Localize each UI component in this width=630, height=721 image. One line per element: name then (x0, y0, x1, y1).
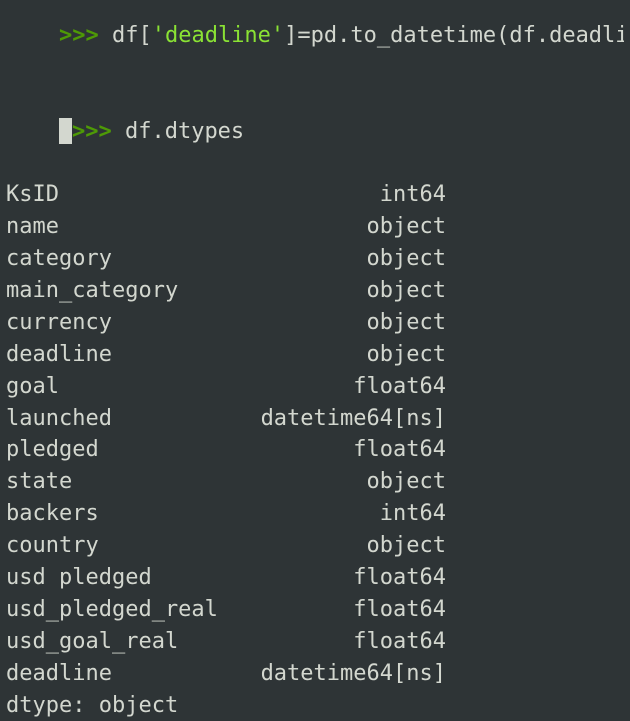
column-name: usd_pledged_real (6, 594, 221, 626)
column-name: currency (6, 307, 221, 339)
dtype-row: usd pledgedfloat64 (6, 562, 624, 594)
dtype-row: pledgedfloat64 (6, 434, 624, 466)
column-dtype: float64 (221, 626, 446, 658)
column-name: usd pledged (6, 562, 221, 594)
dtype-row: usd_goal_realfloat64 (6, 626, 624, 658)
python-prompt: >>> (72, 119, 125, 144)
dtype-row: currencyobject (6, 307, 624, 339)
column-dtype: object (221, 211, 446, 243)
dtype-row: backersint64 (6, 498, 624, 530)
column-dtype: float64 (221, 371, 446, 403)
column-name: category (6, 243, 221, 275)
command-input-line[interactable]: >>> df.dtypes (6, 84, 624, 180)
partial-previous-line: >>> df['deadline']=pd.to_datetime(df.dea… (6, 0, 624, 84)
column-name: state (6, 466, 221, 498)
dtype-row: launcheddatetime64[ns] (6, 403, 624, 435)
column-dtype: float64 (221, 594, 446, 626)
column-name: KsID (6, 179, 221, 211)
dtypes-output: KsIDint64nameobjectcategoryobjectmain_ca… (6, 179, 624, 689)
column-dtype: datetime64[ns] (221, 403, 446, 435)
column-name: name (6, 211, 221, 243)
dtype-row: deadlinedatetime64[ns] (6, 658, 624, 690)
column-dtype: object (221, 243, 446, 275)
column-name: usd_goal_real (6, 626, 221, 658)
column-dtype: float64 (221, 562, 446, 594)
column-dtype: int64 (221, 179, 446, 211)
command-text: df.dtypes (125, 119, 244, 144)
column-dtype: object (221, 339, 446, 371)
column-name: launched (6, 403, 221, 435)
dtype-row: main_categoryobject (6, 275, 624, 307)
column-name: deadline (6, 658, 221, 690)
dtype-row: stateobject (6, 466, 624, 498)
column-dtype: float64 (221, 434, 446, 466)
dtype-footer: dtype: object (6, 690, 624, 721)
python-prompt: >>> (59, 23, 112, 48)
dtype-row: goalfloat64 (6, 371, 624, 403)
column-dtype: datetime64[ns] (221, 658, 446, 690)
column-dtype: object (221, 307, 446, 339)
dtype-row: nameobject (6, 211, 624, 243)
column-name: backers (6, 498, 221, 530)
dtype-row: categoryobject (6, 243, 624, 275)
column-name: pledged (6, 434, 221, 466)
dtype-row: KsIDint64 (6, 179, 624, 211)
column-name: goal (6, 371, 221, 403)
cursor-icon (59, 118, 72, 144)
column-dtype: int64 (221, 498, 446, 530)
dtype-row: countryobject (6, 530, 624, 562)
column-dtype: object (221, 466, 446, 498)
dtype-row: usd_pledged_realfloat64 (6, 594, 624, 626)
column-dtype: object (221, 275, 446, 307)
terminal-output: >>> df['deadline']=pd.to_datetime(df.dea… (0, 0, 630, 721)
column-name: main_category (6, 275, 221, 307)
column-dtype: object (221, 530, 446, 562)
column-name: deadline (6, 339, 221, 371)
column-name: country (6, 530, 221, 562)
dtype-row: deadlineobject (6, 339, 624, 371)
